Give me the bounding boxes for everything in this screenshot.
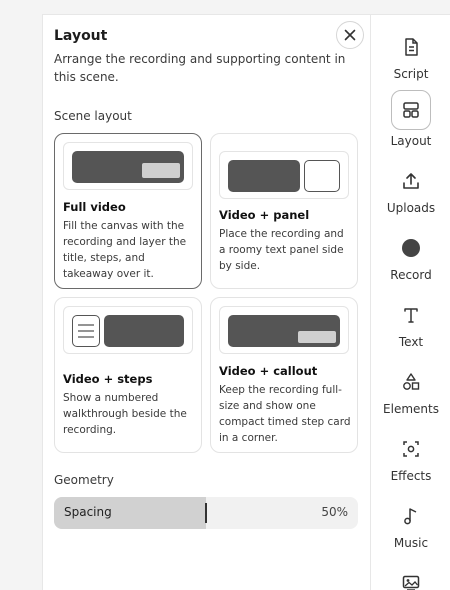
rail-item-elements[interactable]: Elements bbox=[371, 362, 450, 422]
video-callout-thumbnail bbox=[219, 306, 349, 354]
rail-item-script[interactable]: Script bbox=[371, 27, 450, 87]
music-note-icon bbox=[391, 496, 431, 536]
document-icon bbox=[391, 27, 431, 67]
media-icon bbox=[391, 563, 431, 590]
geometry-label: Geometry bbox=[54, 473, 114, 487]
rail-item-effects[interactable]: Effects bbox=[371, 429, 450, 489]
record-icon bbox=[391, 228, 431, 268]
card-description: Keep the recording full-size and show on… bbox=[219, 384, 351, 444]
upload-icon bbox=[391, 161, 431, 201]
spacing-value: 50% bbox=[321, 505, 348, 519]
panel-title: Layout bbox=[54, 28, 108, 44]
layout-card-full-video[interactable]: Full video Fill the canvas with the reco… bbox=[54, 133, 202, 289]
card-title: Full video bbox=[63, 200, 126, 214]
rail-label: Uploads bbox=[386, 201, 436, 215]
rail-item-uploads[interactable]: Uploads bbox=[371, 161, 450, 221]
card-title: Video + steps bbox=[63, 372, 153, 386]
close-icon bbox=[344, 29, 356, 41]
card-description: Show a numbered walkthrough beside the r… bbox=[63, 392, 187, 436]
tool-rail: Script Layout Uploads Record Text Elemen… bbox=[370, 14, 450, 590]
card-title: Video + callout bbox=[219, 364, 318, 378]
layout-panel: Layout Arrange the recording and support… bbox=[42, 14, 370, 590]
rail-label: Record bbox=[390, 268, 432, 282]
rail-label: Effects bbox=[390, 469, 432, 483]
card-title: Video + panel bbox=[219, 208, 310, 222]
video-panel-thumbnail bbox=[219, 151, 349, 199]
callout-block bbox=[298, 331, 336, 343]
rail-label: Music bbox=[393, 536, 429, 550]
scene-layout-label: Scene layout bbox=[54, 109, 132, 123]
overlay-block bbox=[142, 163, 180, 178]
layout-card-video-panel[interactable]: Video + panel Place the recording and a … bbox=[210, 133, 358, 289]
card-description: Place the recording and a roomy text pan… bbox=[219, 228, 344, 272]
steps-list-block bbox=[72, 315, 100, 347]
left-backdrop bbox=[0, 0, 42, 590]
layout-card-video-callout[interactable]: Video + callout Keep the recording full-… bbox=[210, 297, 358, 453]
rail-label: Script bbox=[393, 67, 429, 81]
spacing-slider[interactable]: Spacing 50% bbox=[54, 497, 358, 529]
rail-label: Elements bbox=[383, 402, 439, 416]
recording-block bbox=[228, 160, 300, 192]
spacing-label: Spacing bbox=[64, 505, 112, 519]
rail-label: Layout bbox=[390, 134, 432, 148]
rail-item-text[interactable]: Text bbox=[371, 295, 450, 355]
text-icon bbox=[391, 295, 431, 335]
video-steps-thumbnail bbox=[63, 306, 193, 354]
rail-item-record[interactable]: Record bbox=[371, 228, 450, 288]
effects-icon bbox=[391, 429, 431, 469]
rail-item-music[interactable]: Music bbox=[371, 496, 450, 556]
layout-icon bbox=[391, 90, 431, 130]
rail-item-layout[interactable]: Layout bbox=[371, 90, 450, 154]
full-video-thumbnail bbox=[63, 142, 193, 190]
shapes-icon bbox=[391, 362, 431, 402]
text-panel-block bbox=[304, 160, 340, 192]
rail-label: Text bbox=[398, 335, 424, 349]
spacing-slider-handle[interactable] bbox=[205, 503, 207, 523]
rail-item-media[interactable] bbox=[371, 563, 450, 590]
list-lines-icon bbox=[78, 324, 94, 338]
card-description: Fill the canvas with the recording and l… bbox=[63, 220, 187, 280]
close-button[interactable] bbox=[336, 21, 364, 49]
panel-subtitle: Arrange the recording and supporting con… bbox=[54, 52, 346, 84]
layout-card-video-steps[interactable]: Video + steps Show a numbered walkthroug… bbox=[54, 297, 202, 453]
recording-block bbox=[104, 315, 184, 347]
